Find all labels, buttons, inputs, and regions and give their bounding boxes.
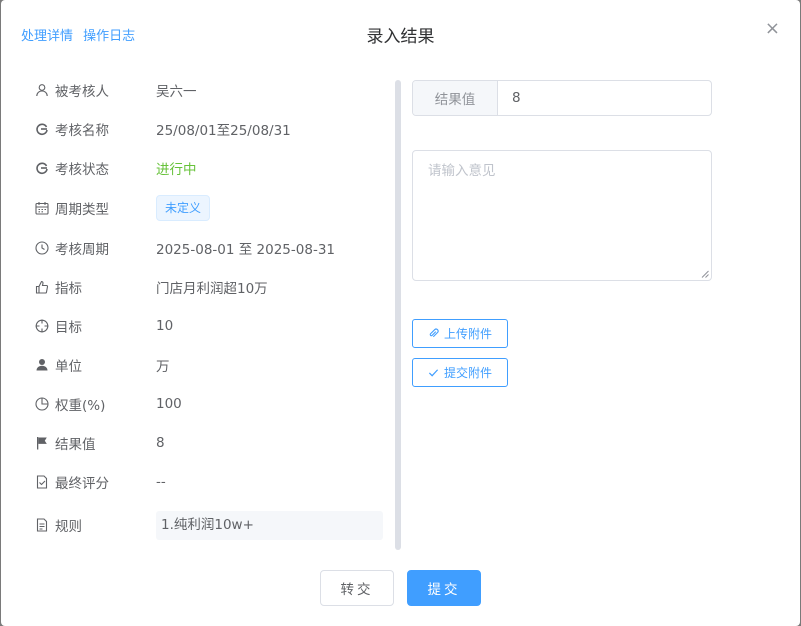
- detail-label: 结果值: [55, 436, 96, 453]
- refresh-icon: [35, 161, 49, 175]
- detail-label: 周期类型: [55, 201, 109, 218]
- check-icon: [428, 369, 439, 377]
- detail-value: 吴六一: [156, 83, 197, 100]
- detail-value: 8: [156, 434, 165, 451]
- result-entry-dialog: 处理详情 操作日志 录入结果 × 被考核人 吴六一 考核名称 25/08/01至…: [1, 0, 800, 626]
- upload-attachment-button[interactable]: 上传附件: [412, 319, 509, 348]
- detail-value: 10: [156, 317, 174, 334]
- detail-label: 被考核人: [55, 83, 109, 100]
- person-icon: [35, 358, 49, 372]
- detail-value: --: [156, 473, 166, 490]
- detail-value: 万: [156, 358, 170, 375]
- detail-row-period: 考核周期 2025-08-01 至 2025-08-31: [35, 228, 385, 267]
- detail-row-final-score: 最终评分 --: [35, 462, 385, 501]
- detail-label: 单位: [55, 358, 82, 375]
- detail-row-weight: 权重(%) 100: [35, 384, 385, 423]
- detail-label: 指标: [55, 280, 82, 297]
- detail-row-name: 考核名称 25/08/01至25/08/31: [35, 109, 385, 148]
- entry-form: 结果值 8 请输入意见 上传附件 提交附件: [412, 80, 712, 387]
- close-icon[interactable]: ×: [765, 20, 780, 38]
- cycle-type-tag: 未定义: [156, 194, 211, 221]
- flag-icon: [35, 436, 49, 450]
- detail-row-target: 目标 10: [35, 306, 385, 345]
- upload-attachment-label: 上传附件: [444, 327, 493, 341]
- detail-value: 2025-08-01 至 2025-08-31: [156, 241, 335, 258]
- detail-label: 规则: [55, 519, 82, 535]
- status-value: 进行中: [156, 161, 197, 178]
- user-icon: [35, 83, 49, 97]
- submit-attachment-button[interactable]: 提交附件: [412, 358, 509, 387]
- resize-handle-icon[interactable]: [701, 270, 709, 278]
- transfer-button[interactable]: 转交: [320, 570, 394, 606]
- submit-button[interactable]: 提交: [407, 570, 481, 606]
- detail-row-rule: 规则 1.纯利润10w+: [35, 501, 385, 549]
- details-scrollbar[interactable]: [395, 80, 401, 550]
- paperclip-icon: [429, 328, 439, 338]
- detail-value: 100: [156, 395, 182, 412]
- document-icon: [35, 518, 49, 532]
- detail-row-cycle-type: 周期类型 未定义: [35, 187, 385, 228]
- calendar-icon: [35, 201, 49, 215]
- detail-label: 目标: [55, 319, 82, 336]
- opinion-placeholder: 请输入意见: [428, 163, 496, 179]
- detail-row-person: 被考核人 吴六一: [35, 70, 385, 109]
- detail-value: 25/08/01至25/08/31: [156, 122, 291, 139]
- refresh-icon: [35, 122, 49, 136]
- opinion-textarea[interactable]: 请输入意见: [412, 150, 712, 281]
- detail-label: 最终评分: [55, 475, 109, 492]
- detail-value: 门店月利润超10万: [156, 280, 268, 297]
- result-input-label: 结果值: [413, 81, 498, 115]
- detail-label: 考核周期: [55, 241, 109, 258]
- submit-attachment-label: 提交附件: [444, 366, 493, 380]
- detail-row-unit: 单位 万: [35, 345, 385, 384]
- detail-label: 考核名称: [55, 122, 109, 139]
- target-icon: [35, 319, 49, 333]
- thumb-up-icon: [35, 280, 49, 294]
- pie-chart-icon: [35, 396, 49, 411]
- detail-label: 考核状态: [55, 161, 109, 178]
- document-check-icon: [35, 474, 49, 489]
- detail-row-indicator: 指标 门店月利润超10万: [35, 267, 385, 306]
- dialog-title: 录入结果: [366, 27, 435, 47]
- details-panel: 被考核人 吴六一 考核名称 25/08/01至25/08/31 考核状态 进行中…: [35, 70, 385, 549]
- detail-label: 权重(%): [55, 397, 106, 414]
- clock-icon: [35, 240, 49, 255]
- detail-row-result: 结果值 8: [35, 423, 385, 462]
- result-input-group: 结果值 8: [412, 80, 712, 116]
- rule-value: 1.纯利润10w+: [156, 510, 383, 540]
- result-input[interactable]: 8: [498, 81, 711, 115]
- detail-row-status: 考核状态 进行中: [35, 148, 385, 187]
